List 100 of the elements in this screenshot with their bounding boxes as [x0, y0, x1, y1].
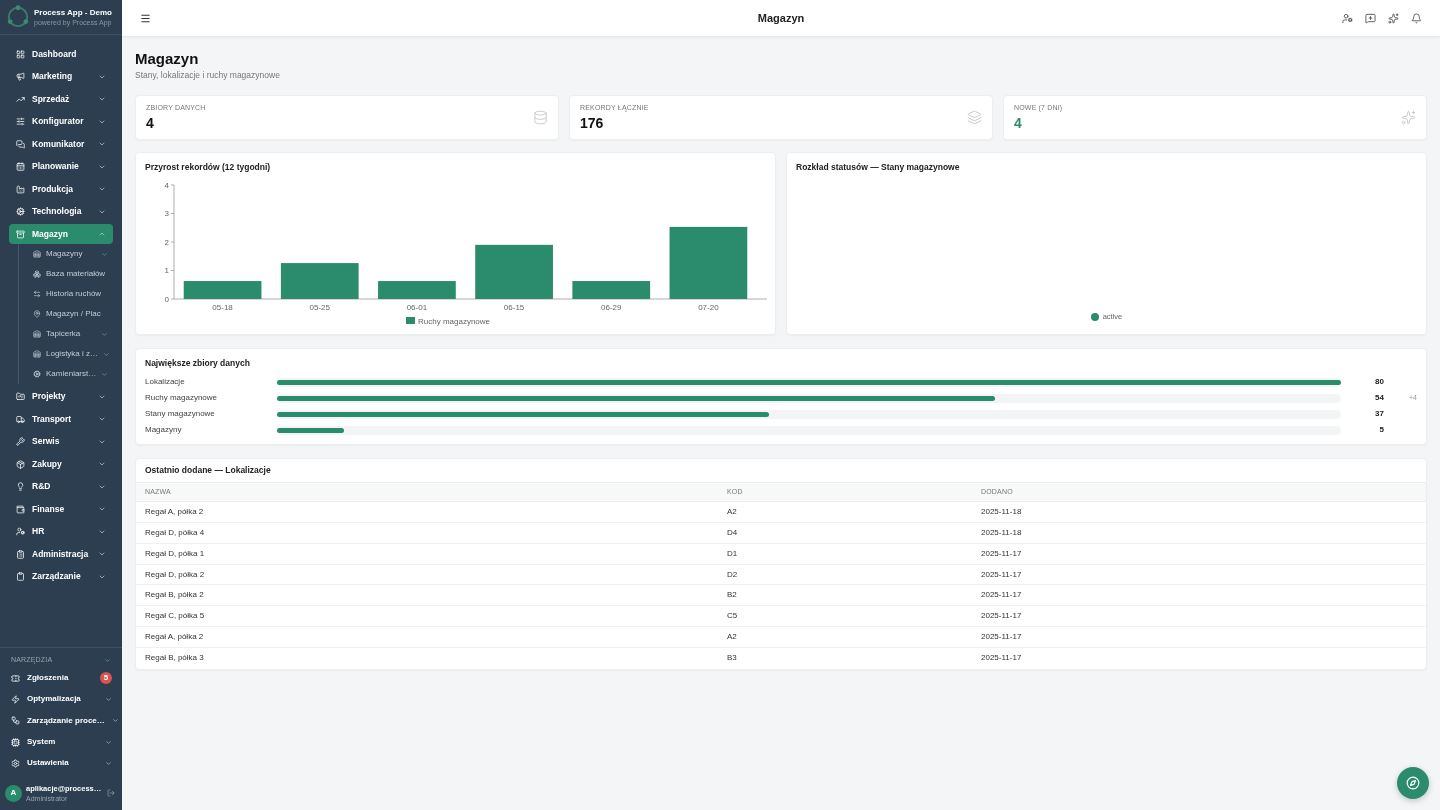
database-icon — [533, 109, 548, 125]
sparkles-icon — [1401, 109, 1416, 125]
settings-icon — [11, 758, 20, 768]
table-cell-text: D4 — [727, 526, 739, 539]
nav-item[interactable]: Technologia — [9, 201, 113, 222]
user-gear-icon[interactable] — [1342, 12, 1353, 24]
nav-item[interactable]: Konfigurator — [9, 111, 113, 132]
nav-item[interactable]: Finanse — [9, 499, 113, 519]
user-avatar: A — [5, 784, 22, 802]
truck-icon — [16, 414, 25, 424]
warehouse-icon — [33, 330, 41, 338]
app-title: Process App - Demo — [34, 8, 112, 17]
table-cell-text: 2025-11-18 — [981, 526, 1023, 539]
stat-value: 176 — [580, 114, 605, 132]
table-cell-text: D2 — [727, 568, 739, 581]
nav-item[interactable]: HR — [9, 521, 113, 542]
nav-item[interactable]: Produkcja — [9, 179, 113, 199]
nav-item[interactable]: R&D — [9, 476, 113, 497]
table-cell-text: 2025-11-18 — [981, 506, 1023, 519]
notifications-icon[interactable] — [1411, 12, 1422, 24]
stat-value: 4 — [1014, 114, 1023, 132]
nav-item[interactable]: Administracja — [9, 544, 113, 564]
megaphone-icon — [16, 72, 25, 81]
table-cell-text: Regał A, półka 2 — [145, 630, 205, 643]
gear-icon — [33, 370, 41, 378]
archive-box-icon — [16, 229, 25, 239]
table-cell-text: A2 — [727, 630, 738, 643]
nav-subitem[interactable]: Magazyny — [19, 244, 113, 264]
nav-item[interactable]: Zarządzanie proce… — [5, 710, 117, 732]
chip-icon — [11, 737, 20, 747]
nav-subitem[interactable]: Baza materiałów — [19, 264, 113, 284]
message-plus-icon[interactable] — [1365, 12, 1376, 24]
card-title: Rozkład statusów — Stany magazynowe — [795, 160, 961, 174]
nav-item[interactable]: Optymalizacja — [5, 688, 117, 711]
arrows-icon — [33, 290, 41, 298]
table-cell-text: Regał C, półka 5 — [145, 610, 206, 623]
trend-up-icon — [16, 94, 25, 104]
table-cell-text: B2 — [727, 589, 738, 602]
nav-item[interactable]: Projekty — [9, 386, 113, 407]
card-title: Ostatnio dodane — Lokalizacje — [145, 464, 271, 478]
ticket-icon — [11, 673, 20, 683]
wallet-icon — [16, 504, 25, 514]
nav-item[interactable]: Zgłoszenia 5 — [5, 667, 117, 689]
factory-icon — [16, 184, 25, 194]
axis-tick-label: 06-29 — [601, 302, 622, 312]
dataset-count: 54 — [1374, 392, 1384, 405]
chat-bubbles-icon — [16, 139, 25, 149]
table-cell-text: 2025-11-17 — [981, 547, 1023, 560]
table-cell-text: 2025-11-17 — [981, 630, 1023, 643]
nav-subitem[interactable]: Kamieniarst… — [19, 364, 113, 384]
logo-icon — [6, 5, 30, 29]
table-cell-text: D1 — [727, 547, 739, 560]
notification-count: 5 — [100, 672, 112, 685]
compass-button[interactable] — [1397, 767, 1429, 799]
dataset-label: Magazyny — [145, 424, 183, 437]
stat-value: 4 — [146, 114, 155, 132]
sliders-icon — [16, 117, 25, 126]
layers-icon — [967, 109, 982, 125]
clipboard-icon — [16, 572, 25, 581]
table-cell-text: Regał D, półka 2 — [145, 568, 206, 581]
card-title: Największe zbiory danych — [145, 356, 251, 370]
package-icon — [16, 459, 25, 469]
calendar-icon — [16, 162, 25, 171]
map-pin-icon — [33, 310, 41, 318]
sparkles-icon[interactable] — [1388, 12, 1399, 24]
axis-tick-label: 07-20 — [698, 302, 719, 312]
dataset-label: Lokalizacje — [145, 376, 186, 389]
nav-item[interactable]: Serwis — [9, 431, 113, 452]
logout-icon[interactable] — [107, 789, 115, 797]
nav-subitem[interactable]: Tapicerka — [19, 324, 113, 344]
nav-item[interactable]: Magazyn — [9, 224, 113, 244]
table-cell-text: 2025-11-17 — [981, 652, 1023, 665]
dataset-count: 5 — [1378, 424, 1384, 437]
table-cell-text: C5 — [727, 610, 739, 623]
nav-subitem[interactable]: Logistyka i z… — [19, 344, 113, 364]
nav-item[interactable]: Zakupy — [9, 454, 113, 474]
axis-tick-label: 3 — [164, 208, 169, 218]
table-cell-text: B3 — [727, 652, 738, 665]
nav-item[interactable]: Komunikator — [9, 134, 113, 154]
axis-tick-label: 1 — [164, 265, 169, 275]
axis-tick-label: 06-15 — [503, 302, 525, 312]
dataset-label: Ruchy magazynowe — [145, 392, 219, 405]
table-cell-text: 2025-11-17 — [981, 610, 1023, 623]
menu-icon[interactable] — [140, 12, 151, 24]
lightning-icon — [11, 694, 20, 704]
nav-item[interactable]: Transport — [9, 409, 113, 429]
table-cell-text: Regał D, półka 1 — [145, 547, 206, 560]
nav-subitem[interactable]: Historia ruchów — [19, 284, 113, 304]
nav-item[interactable]: Dashboard — [9, 44, 113, 64]
nav-item[interactable]: Marketing — [9, 66, 113, 87]
axis-tick-label: 2 — [164, 237, 169, 247]
nav-subitem[interactable]: Magazyn / Plac — [19, 304, 113, 324]
nav-item[interactable]: Ustawienia — [5, 752, 117, 774]
nav-item[interactable]: Sprzedaż — [9, 89, 113, 109]
nav-item[interactable]: System — [5, 731, 117, 753]
legend-swatch-icon — [406, 316, 415, 324]
warehouse-icon — [33, 350, 41, 358]
nav-item[interactable]: Zarządzanie — [9, 566, 113, 587]
nav-item[interactable]: Planowanie — [9, 156, 113, 177]
chevron-down-icon — [104, 657, 111, 664]
